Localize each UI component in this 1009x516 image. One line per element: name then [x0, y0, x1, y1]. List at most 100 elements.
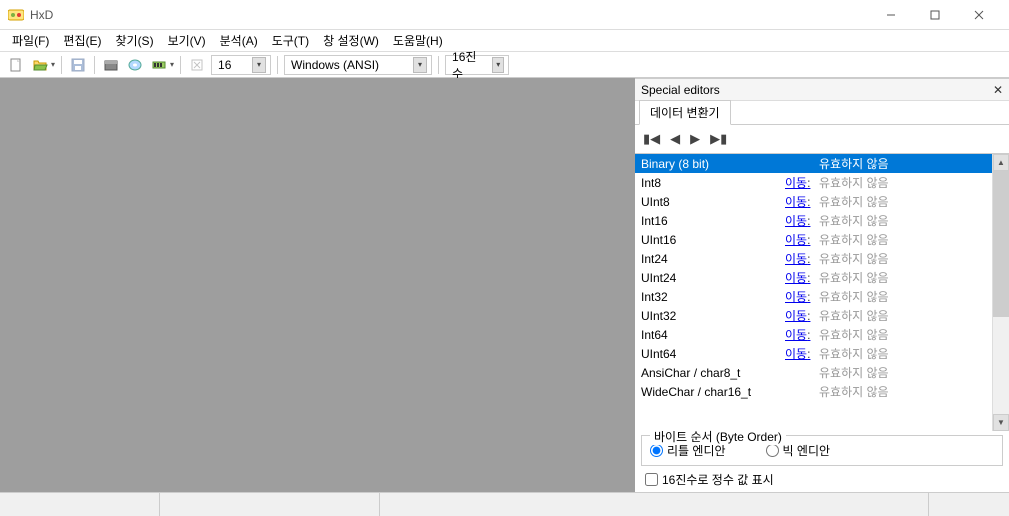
- close-button[interactable]: [957, 0, 1001, 30]
- data-type-name: UInt32: [635, 309, 785, 323]
- radix-combo[interactable]: 16진수 ▾: [445, 55, 509, 75]
- goto-link[interactable]: 이동: [785, 214, 810, 228]
- goto-link[interactable]: 이동: [785, 176, 810, 190]
- scroll-thumb[interactable]: [993, 171, 1009, 317]
- window-controls: [869, 0, 1001, 30]
- goto-link[interactable]: 이동: [785, 309, 810, 323]
- menu-search[interactable]: 찾기(S): [109, 30, 159, 51]
- open-disk-image-button[interactable]: [125, 55, 145, 75]
- goto-link[interactable]: 이동: [785, 290, 810, 304]
- data-value: 유효하지 않음: [815, 155, 992, 172]
- goto-link[interactable]: 이동: [785, 233, 810, 247]
- data-type-name: Int64: [635, 328, 785, 342]
- goto-link[interactable]: 이동: [785, 252, 810, 266]
- toggle-read-only-button[interactable]: [187, 55, 207, 75]
- data-value: 유효하지 않음: [815, 250, 992, 267]
- special-editors-panel: Special editors ✕ 데이터 변환기 ▮◀ ◀ ▶ ▶▮ Bina…: [635, 78, 1009, 492]
- separator: [94, 56, 95, 74]
- tab-data-inspector[interactable]: 데이터 변환기: [639, 100, 731, 125]
- nav-first-button[interactable]: ▮◀: [643, 131, 660, 147]
- data-type-name: Binary (8 bit): [635, 157, 785, 171]
- goto-link-cell: 이동: [785, 345, 815, 362]
- data-value: 유효하지 않음: [815, 345, 992, 362]
- scroll-up-button[interactable]: ▲: [993, 154, 1009, 171]
- data-row[interactable]: Int32이동 유효하지 않음: [635, 287, 992, 306]
- minimize-button[interactable]: [869, 0, 913, 30]
- data-row[interactable]: UInt32이동 유효하지 않음: [635, 306, 992, 325]
- data-row[interactable]: Int16이동유효하지 않음: [635, 211, 992, 230]
- data-row[interactable]: WideChar / char16_t 유효하지 않음: [635, 382, 992, 401]
- data-type-name: Int8: [635, 176, 785, 190]
- app-title: HxD: [30, 8, 869, 22]
- menu-analysis[interactable]: 분석(A): [214, 30, 264, 51]
- app-icon: [8, 7, 24, 23]
- data-row[interactable]: AnsiChar / char8_t유효하지 않음: [635, 363, 992, 382]
- goto-link[interactable]: 이동: [785, 195, 810, 209]
- goto-link[interactable]: 이동: [785, 347, 810, 361]
- maximize-button[interactable]: [913, 0, 957, 30]
- data-value: 유효하지 않음: [815, 174, 992, 191]
- hex-display-checkbox[interactable]: [645, 473, 658, 486]
- dropdown-arrow-icon[interactable]: ▾: [252, 57, 266, 73]
- data-value: 유효하지 않음: [815, 307, 992, 324]
- data-type-name: Int24: [635, 252, 785, 266]
- data-type-name: WideChar / char16_t: [635, 385, 785, 399]
- status-cell-2: [160, 493, 380, 516]
- titlebar: HxD: [0, 0, 1009, 30]
- panel-close-button[interactable]: ✕: [993, 83, 1003, 97]
- data-value: 유효하지 않음: [815, 193, 992, 210]
- menu-file[interactable]: 파일(F): [6, 30, 55, 51]
- menu-view[interactable]: 보기(V): [162, 30, 212, 51]
- data-value: 유효하지 않음: [815, 288, 992, 305]
- menu-window[interactable]: 창 설정(W): [317, 30, 385, 51]
- separator: [438, 56, 439, 74]
- goto-link-cell: 이동: [785, 212, 815, 229]
- nav-prev-button[interactable]: ◀: [670, 131, 680, 147]
- data-row[interactable]: Binary (8 bit) 유효하지 않음: [635, 154, 992, 173]
- goto-link-cell: 이동: [785, 174, 815, 191]
- goto-link-cell: 이동: [785, 193, 815, 210]
- goto-link-cell: 이동: [785, 231, 815, 248]
- nav-last-button[interactable]: ▶▮: [710, 131, 727, 147]
- data-row[interactable]: Int8이동 유효하지 않음: [635, 173, 992, 192]
- status-cell-4: [929, 493, 1009, 516]
- dropdown-arrow-icon[interactable]: ▾: [413, 57, 427, 73]
- open-ram-button[interactable]: ▾: [149, 55, 174, 75]
- hex-display-label: 16진수로 정수 값 표시: [662, 471, 774, 488]
- data-value: 유효하지 않음: [815, 326, 992, 343]
- data-row[interactable]: UInt64이동유효하지 않음: [635, 344, 992, 363]
- radio-little-endian-input[interactable]: [650, 444, 663, 457]
- bytes-per-row-combo[interactable]: 16 ▾: [211, 55, 271, 75]
- data-value: 유효하지 않음: [815, 383, 992, 400]
- menu-help[interactable]: 도움말(H): [387, 30, 449, 51]
- open-disk-button[interactable]: [101, 55, 121, 75]
- data-row[interactable]: Int24이동 유효하지 않음: [635, 249, 992, 268]
- dropdown-arrow-icon[interactable]: ▾: [492, 57, 504, 73]
- goto-link[interactable]: 이동: [785, 328, 810, 342]
- save-button[interactable]: [68, 55, 88, 75]
- encoding-value: Windows (ANSI): [291, 58, 379, 72]
- data-row[interactable]: UInt24이동유효하지 않음: [635, 268, 992, 287]
- data-row[interactable]: UInt16이동유효하지 않음: [635, 230, 992, 249]
- goto-link[interactable]: 이동: [785, 271, 810, 285]
- scroll-down-button[interactable]: ▼: [993, 414, 1009, 431]
- separator: [61, 56, 62, 74]
- data-inspector-table: Binary (8 bit)유효하지 않음Int8이동유효하지 않음UInt8이…: [635, 153, 1009, 431]
- nav-next-button[interactable]: ▶: [690, 131, 700, 147]
- separator: [180, 56, 181, 74]
- status-cell-1: [0, 493, 160, 516]
- data-row[interactable]: UInt8이동유효하지 않음: [635, 192, 992, 211]
- data-row[interactable]: Int64이동 유효하지 않음: [635, 325, 992, 344]
- scrollbar[interactable]: ▲ ▼: [992, 154, 1009, 431]
- new-file-button[interactable]: [6, 55, 26, 75]
- menu-tools[interactable]: 도구(T): [266, 30, 315, 51]
- encoding-combo[interactable]: Windows (ANSI) ▾: [284, 55, 432, 75]
- hex-editor-area: [0, 78, 635, 492]
- data-type-name: Int32: [635, 290, 785, 304]
- goto-link-cell: 이동: [785, 307, 815, 324]
- data-value: 유효하지 않음: [815, 212, 992, 229]
- menu-edit[interactable]: 편집(E): [57, 30, 107, 51]
- radio-big-endian-input[interactable]: [766, 444, 779, 457]
- bytes-per-row-value: 16: [218, 58, 231, 72]
- open-file-button[interactable]: ▾: [30, 55, 55, 75]
